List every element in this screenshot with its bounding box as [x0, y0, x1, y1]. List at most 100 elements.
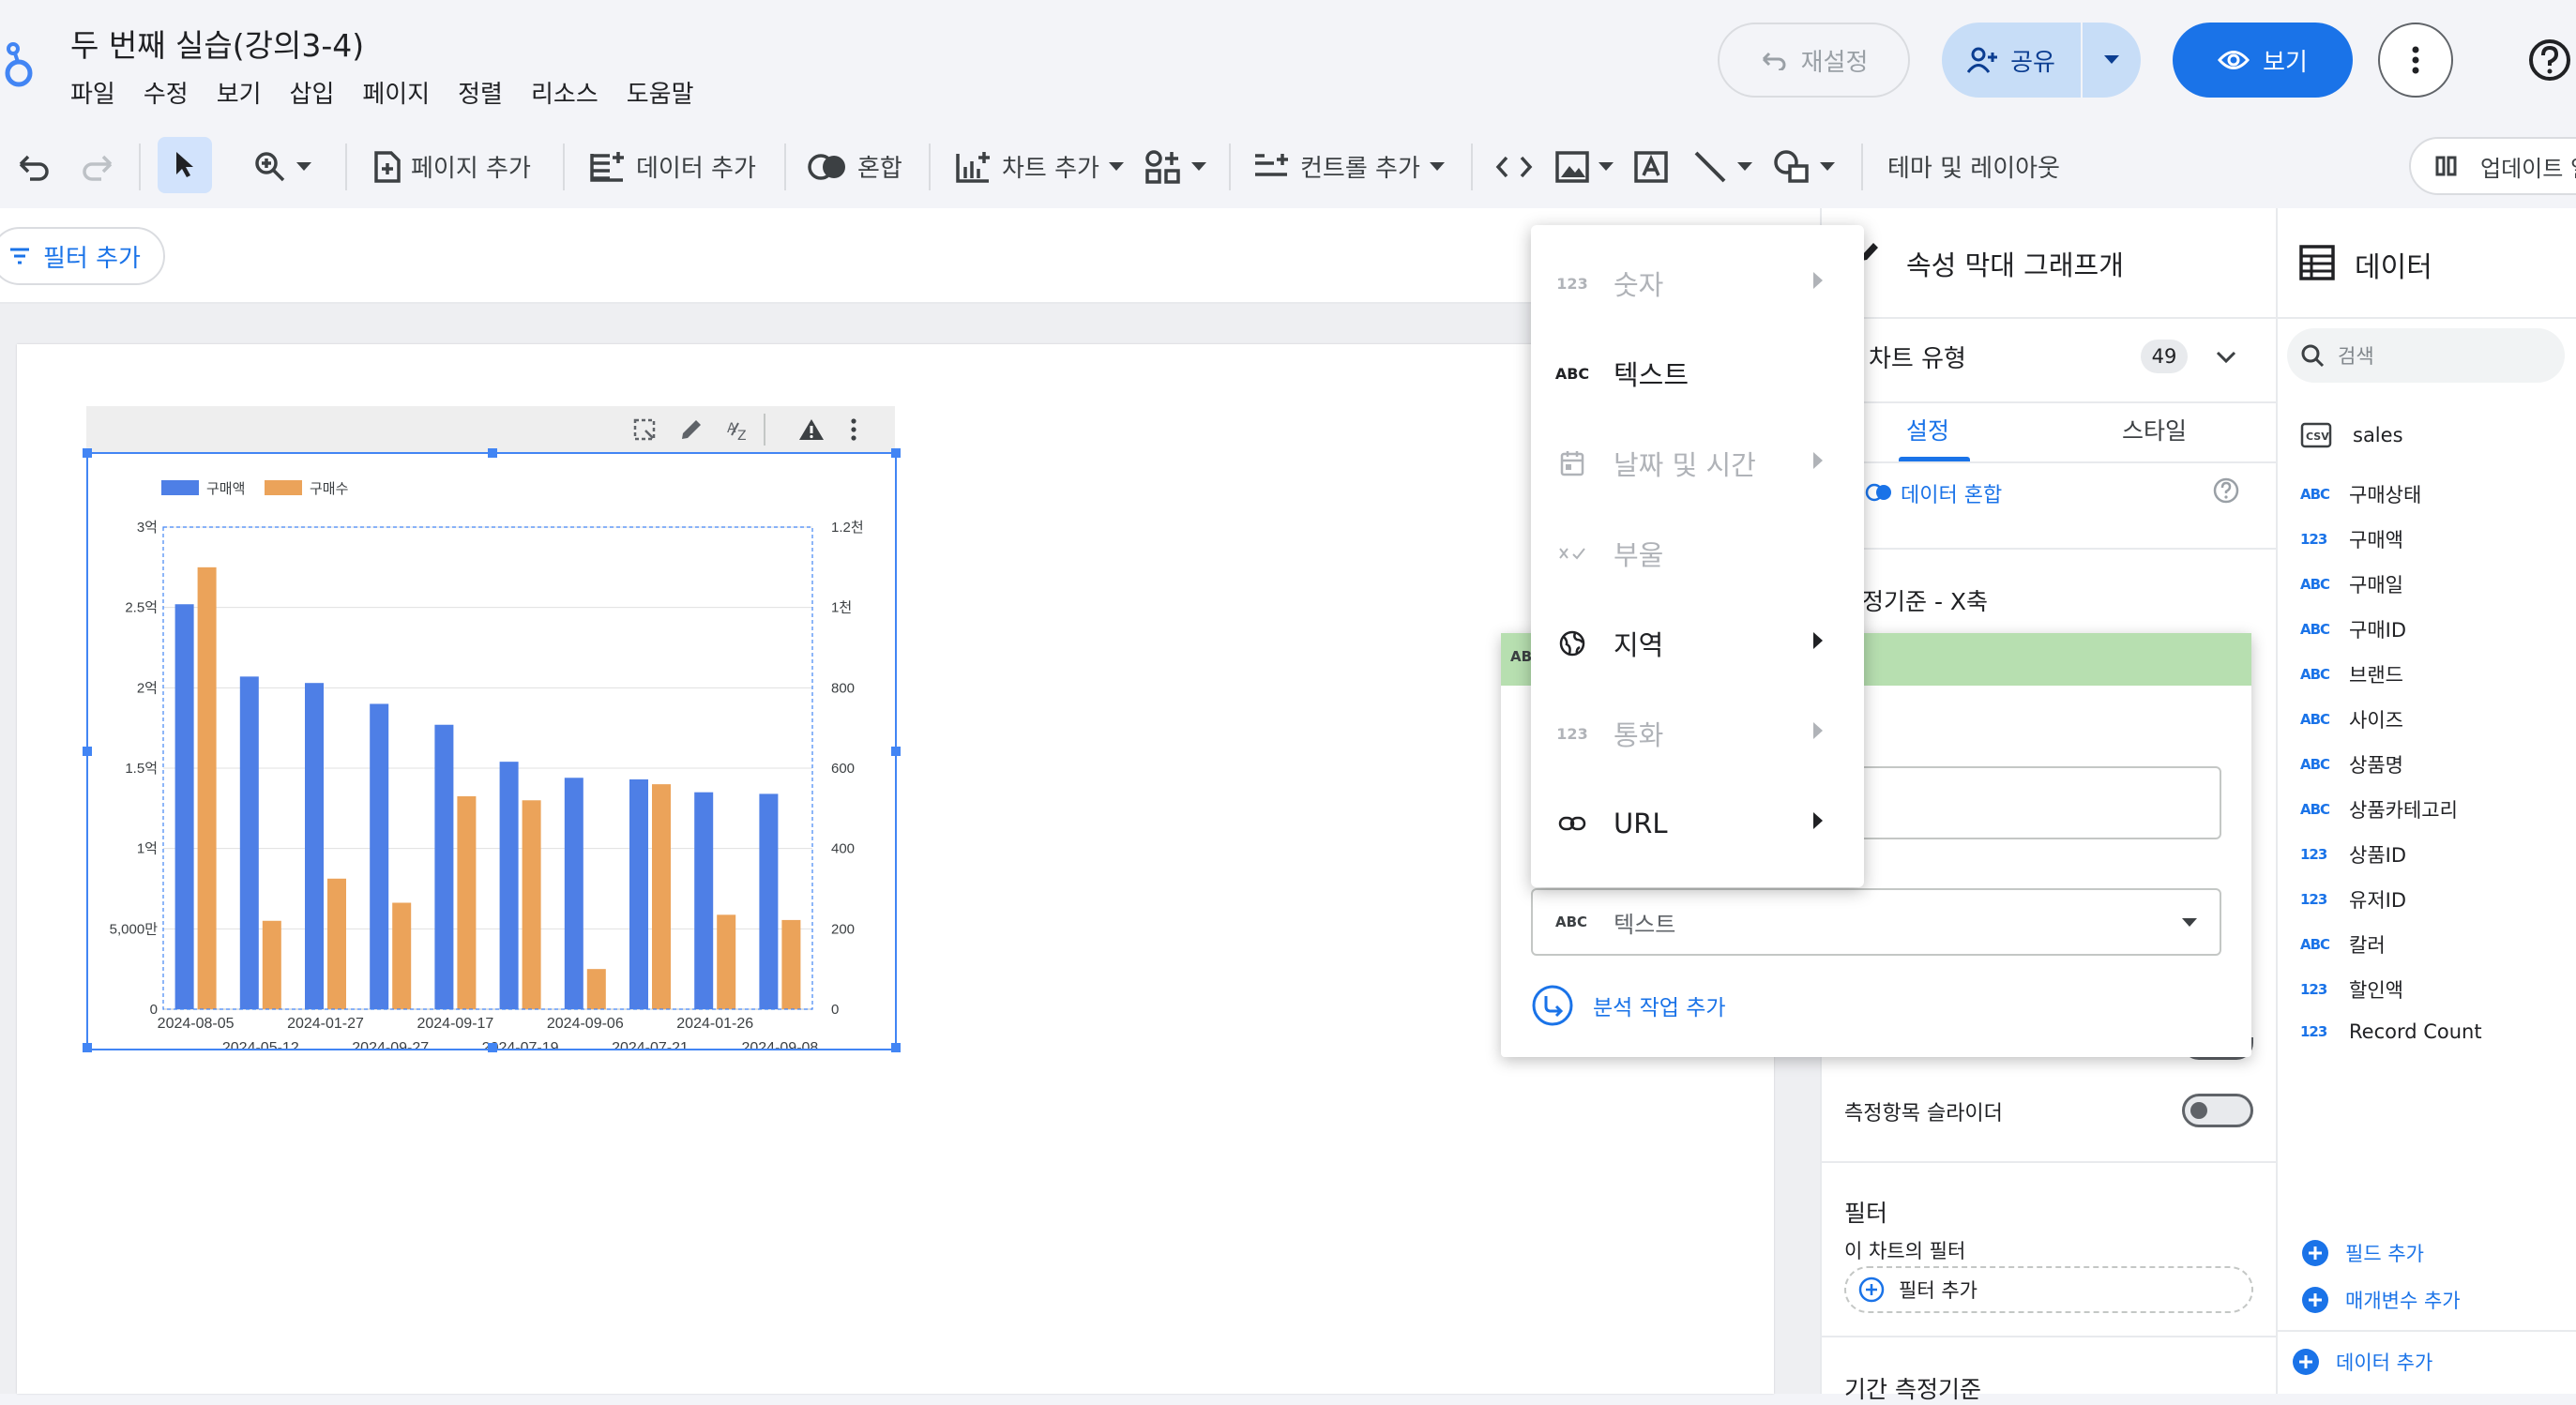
field-item[interactable]: 123 할인액	[2300, 975, 2403, 1004]
reset-button[interactable]: 재설정	[1718, 23, 1910, 98]
add-analysis-button[interactable]: 분석 작업 추가	[1531, 984, 1726, 1027]
menu-item-boolean[interactable]: 부울	[1531, 508, 1864, 598]
redo-icon[interactable]	[81, 127, 114, 206]
share-button[interactable]: 공유	[1942, 23, 2081, 98]
field-item[interactable]: 123 구매액	[2300, 525, 2403, 553]
bar-purchase-count	[652, 784, 671, 1009]
menu-file[interactable]: 파일	[70, 75, 115, 110]
field-item[interactable]: ABC 구매상태	[2300, 480, 2421, 508]
resize-handle-bottom[interactable]	[488, 1043, 497, 1052]
add-data-source-button[interactable]: 데이터 추가	[2291, 1347, 2432, 1377]
field-item[interactable]: 123 상품ID	[2300, 840, 2406, 869]
add-page-button[interactable]: 페이지 추가	[373, 127, 531, 206]
menu-item-number[interactable]: 123 숫자	[1531, 238, 1864, 328]
share-dropdown-button[interactable]	[2083, 23, 2141, 98]
zoom-button[interactable]	[253, 127, 311, 206]
field-item[interactable]: ABC 사이즈	[2300, 705, 2403, 733]
help-icon[interactable]	[2523, 34, 2576, 86]
menu-resource[interactable]: 리소스	[531, 75, 599, 110]
field-item[interactable]: ABC 구매일	[2300, 570, 2403, 598]
add-parameter-button[interactable]: 매개변수 추가	[2300, 1285, 2461, 1315]
y-left-tick-label: 3억	[137, 520, 158, 536]
menu-view[interactable]: 보기	[217, 75, 262, 110]
resize-handle-top[interactable]	[488, 448, 497, 458]
text-box-icon[interactable]	[1632, 127, 1670, 206]
data-search-input[interactable]: 검색	[2287, 328, 2565, 383]
add-chart-button[interactable]: 차트 추가	[955, 127, 1124, 206]
line-button[interactable]	[1692, 127, 1752, 206]
field-item[interactable]: ABC 칼러	[2300, 930, 2386, 959]
field-type-icon: ABC	[2300, 486, 2330, 503]
type-select-value: 텍스트	[1614, 911, 1676, 938]
resize-handle-top-right[interactable]	[891, 448, 901, 458]
shape-button[interactable]	[1773, 127, 1835, 206]
menu-page[interactable]: 페이지	[362, 75, 430, 110]
y-left-tick-label: 2억	[137, 680, 158, 696]
help-circle-icon[interactable]	[2212, 476, 2240, 505]
add-component-button[interactable]	[1144, 127, 1206, 206]
field-item[interactable]: 123 Record Count	[2300, 1020, 2482, 1043]
undo-icon[interactable]	[17, 127, 51, 206]
blend-label: 혼합	[857, 155, 902, 183]
select-area-icon[interactable]	[632, 417, 657, 442]
menu-item-currency[interactable]: 123 통화	[1531, 688, 1864, 778]
tab-setup[interactable]: 설정	[1906, 413, 1949, 446]
resize-handle-bottom-left[interactable]	[83, 1043, 92, 1052]
image-button[interactable]	[1555, 127, 1614, 206]
edit-pencil-icon[interactable]	[679, 417, 704, 442]
field-item[interactable]: 123 유저ID	[2300, 885, 2406, 914]
bar-chart-widget[interactable]: 0 5,000만 1억 1.5억 2억 2.5억 3억 0 200 400 600 800 1천 1.2천…	[83, 448, 901, 1052]
field-name: 할인액	[2349, 979, 2403, 1002]
report-title[interactable]: 두 번째 실습(강의3-4)	[70, 21, 364, 66]
menu-arrange[interactable]: 정렬	[458, 75, 503, 110]
filter-header: 필터	[1844, 1200, 1888, 1227]
update-button[interactable]: 업데이트 일	[2409, 137, 2576, 195]
add-control-button[interactable]: 컨트롤 추가	[1253, 127, 1445, 206]
field-item[interactable]: ABC 브랜드	[2300, 660, 2403, 688]
csv-file-icon: CSV	[2300, 422, 2332, 448]
calendar-icon	[1531, 450, 1614, 476]
type-select[interactable]: ABC 텍스트	[1531, 888, 2221, 956]
menu-insert[interactable]: 삽입	[290, 75, 335, 110]
data-blend-link[interactable]: 데이터 혼합	[1901, 478, 2002, 508]
sort-az-icon[interactable]: AZ	[726, 417, 754, 442]
data-source-item[interactable]: CSV sales	[2300, 422, 2403, 448]
chevron-down-icon[interactable]	[2216, 351, 2236, 364]
menu-help[interactable]: 도움말	[627, 75, 694, 110]
add-chart-filter-button[interactable]: 필터 추가	[1844, 1266, 2253, 1313]
add-field-button[interactable]: 필드 추가	[2300, 1238, 2424, 1268]
add-circle-icon	[2300, 1285, 2330, 1315]
caret-down-icon	[1108, 161, 1124, 172]
menu-edit[interactable]: 수정	[144, 75, 189, 110]
menu-item-url[interactable]: URL	[1531, 778, 1864, 869]
view-button[interactable]: 보기	[2173, 23, 2353, 98]
resize-handle-bottom-right[interactable]	[891, 1043, 901, 1052]
menu-item-datetime[interactable]: 날짜 및 시간	[1531, 418, 1864, 508]
resize-handle-left[interactable]	[83, 747, 92, 756]
theme-layout-button[interactable]: 테마 및 레이아웃	[1887, 127, 2060, 206]
embed-code-icon[interactable]	[1495, 127, 1533, 206]
field-type-icon: 123	[2300, 891, 2327, 908]
add-data-button[interactable]: 데이터 추가	[589, 127, 756, 206]
field-item[interactable]: ABC 구매ID	[2300, 615, 2406, 643]
properties-title: 속성 막대 그래프개	[1906, 249, 2124, 281]
looker-studio-logo-icon[interactable]	[0, 36, 38, 92]
tab-style[interactable]: 스타일	[2122, 413, 2187, 446]
blend-button[interactable]: 혼합	[807, 127, 902, 206]
menu-item-text[interactable]: ABC 텍스트	[1531, 328, 1864, 418]
chart-more-icon[interactable]	[850, 417, 857, 442]
field-item[interactable]: ABC 상품카테고리	[2300, 795, 2458, 823]
metric-slider-toggle[interactable]	[2182, 1094, 2253, 1127]
table-icon	[2298, 244, 2336, 281]
resize-handle-top-left[interactable]	[83, 448, 92, 458]
select-tool-button[interactable]	[158, 137, 212, 193]
dimension-name-input[interactable]	[1846, 766, 2221, 839]
bar-purchase-amount	[499, 762, 519, 1009]
menu-item-geo[interactable]: 지역	[1531, 598, 1864, 688]
warning-icon[interactable]	[797, 417, 826, 442]
more-options-button[interactable]	[2378, 23, 2453, 98]
add-filter-button[interactable]: 필터 추가	[0, 227, 165, 285]
y-right-tick-label: 200	[831, 921, 855, 937]
field-item[interactable]: ABC 상품명	[2300, 750, 2403, 778]
resize-handle-right[interactable]	[891, 747, 901, 756]
